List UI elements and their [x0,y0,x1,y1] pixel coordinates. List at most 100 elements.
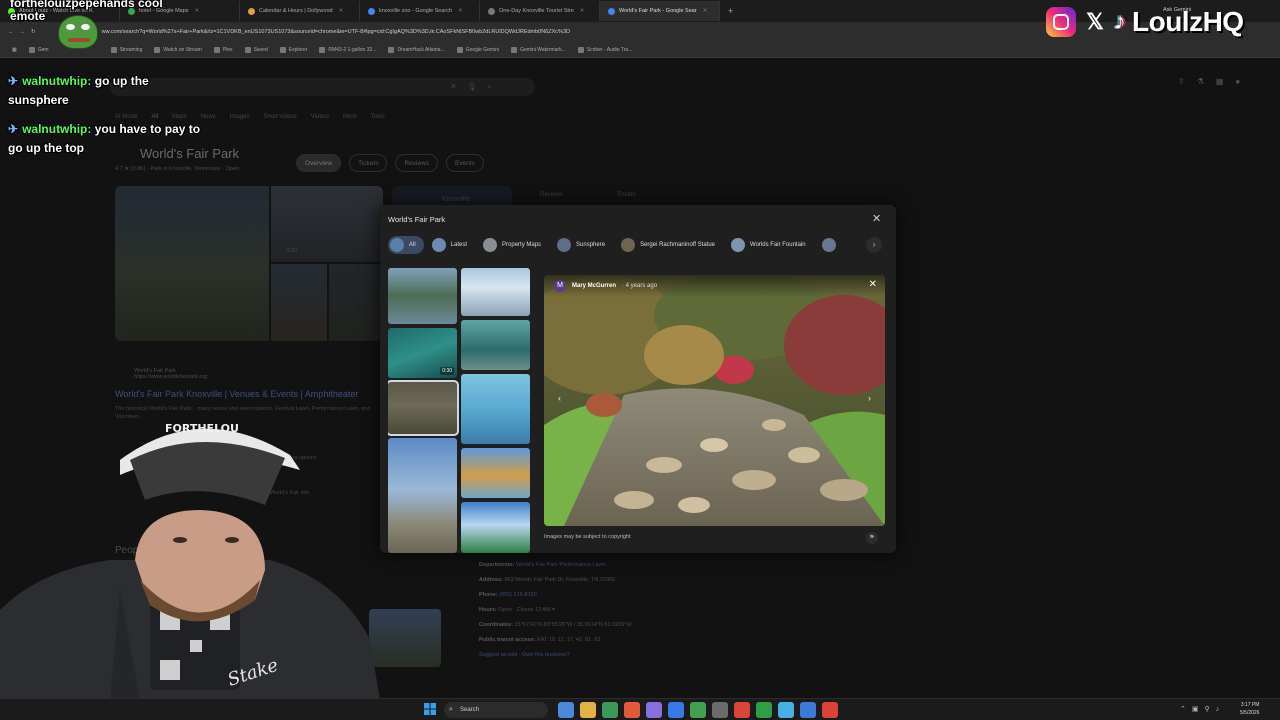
bookmark-item[interactable]: Gemini Watermark... [511,46,566,53]
gallery-photo[interactable] [329,264,383,341]
bookmark-item[interactable]: Streaming [110,46,142,53]
reload-icon[interactable]: ↻ [31,29,36,35]
tab-short-videos[interactable]: Short videos [263,114,296,120]
taskbar-app-icon[interactable] [712,702,728,718]
close-icon[interactable]: ✕ [703,8,708,14]
pill-tickets[interactable]: Tickets [349,154,388,172]
bookmark-item[interactable]: Gem [28,46,49,53]
taskbar-clock[interactable]: 3:17 PM 5/5/2026 [1240,701,1259,717]
browser-tab-active[interactable]: World's Fair Park - Google Sear ✕ [600,1,720,21]
chip-worlds-fair-fountain[interactable]: Worlds Fair Fountain [729,236,814,254]
instagram-icon [1046,7,1076,37]
taskbar-app-icon[interactable] [734,702,750,718]
chevron-left-icon[interactable]: ‹ [558,393,561,403]
taskbar-app-icon[interactable] [778,702,794,718]
gallery-photo[interactable] [271,264,327,341]
taskbar-app-icon[interactable] [558,702,574,718]
browser-tab[interactable]: Calendar & Hours | Dollywood ✕ [240,1,360,21]
photo-tile[interactable] [388,268,457,324]
bookmark-item[interactable]: Watch on Stream [154,46,202,53]
bookmark-item[interactable]: DreamHack Atlanta... [388,46,445,53]
video-duration: 0:30 [440,367,454,375]
place-pills: Overview Tickets Reviews Events [296,154,484,172]
taskbar-app-icon[interactable] [646,702,662,718]
url-input[interactable]: ww.com/search?q=World%27s+Fair+Park&rlz=… [102,29,570,35]
streamer-handle: LoulzHQ [1132,6,1244,37]
photo-tile[interactable] [388,438,457,553]
photo-tile[interactable] [461,374,530,444]
chip-latest[interactable]: Latest [430,236,475,254]
browser-tab[interactable]: One-Day Knoxville Tourist Stre ✕ [480,1,600,21]
close-icon[interactable]: ✕ [580,8,585,14]
chip-sunsphere[interactable]: Sunsphere [555,236,613,254]
google-favicon-icon [608,7,615,15]
apps-icon[interactable]: ▦ [12,47,17,53]
photo-tile[interactable] [461,268,530,316]
photo-tile-selected[interactable] [388,380,459,436]
search-icon: ⌕ [449,706,453,713]
suggest-edit-link[interactable]: Suggest an edit · Own this business? [479,648,639,663]
bookmark-item[interactable]: Saved [244,46,268,53]
windows-start-icon[interactable] [424,703,436,715]
bookmark-item[interactable]: Explorer [279,46,307,53]
flag-icon[interactable]: ⚑ [866,532,878,544]
info-address: Address: 963 Worlds Fair Park Dr, Knoxvi… [479,577,616,583]
tab-videos[interactable]: Videos [311,114,329,120]
taskbar-app-icon[interactable] [624,702,640,718]
hat-logo: FORTHELOU [165,422,239,435]
bookmark-item[interactable]: Scriber - Audio Tra... [577,46,632,53]
sword-badge-icon: ✈ [8,122,19,136]
taskbar-app-icon[interactable] [822,702,838,718]
browser-tab[interactable]: knoxville zoo - Google Search ✕ [360,1,480,21]
chip-property-maps[interactable]: Property Maps [481,236,549,254]
photo-tile[interactable] [461,502,530,553]
avatar[interactable]: M [554,280,566,292]
bookmark-item[interactable]: RM43-2 1-gallon 32... [319,46,376,53]
taskbar-app-icon[interactable] [690,702,706,718]
close-icon[interactable]: ✕ [339,8,344,14]
taskbar-app-icon[interactable] [580,702,596,718]
pill-reviews[interactable]: Reviews [395,154,439,172]
photo-tile[interactable] [461,448,530,498]
tab-tickets[interactable]: Tickets [617,192,636,198]
taskbar-app-icon[interactable] [668,702,684,718]
chevron-right-icon[interactable]: › [868,393,871,403]
pill-overview[interactable]: Overview [296,154,342,172]
back-icon[interactable]: ← [8,29,14,35]
photo-author[interactable]: Mary McGurren [572,283,616,289]
photo-tile[interactable] [461,320,530,370]
photo-tile[interactable]: 0:30 [388,328,457,378]
tab-more[interactable]: More [343,114,357,120]
tab-images[interactable]: Images [230,114,250,120]
result-title-link[interactable]: World's Fair Park Knoxville | Venues & E… [115,389,358,399]
tab-tools[interactable]: Tools [371,114,385,120]
bookmark-item[interactable]: Google Gemini [456,46,499,53]
chip-rachmaninoff-statue[interactable]: Sergei Rachmaninoff Statue [619,236,723,254]
taskbar-search[interactable]: ⌕ Search [444,702,548,718]
chip-more[interactable] [820,236,849,254]
gallery-photo[interactable] [115,186,269,341]
bookmark-item[interactable]: Plex [213,46,233,53]
chip-thumbnail [431,238,446,252]
new-tab-button[interactable]: + [720,1,741,21]
taskbar-app-icon[interactable] [800,702,816,718]
screen: About Loulz - Watch Live on K hotel - Go… [0,0,1280,720]
chat-message: ✈ walnutwhip: you have to pay to go up th… [8,122,201,155]
gallery-video[interactable]: 0:30 [271,186,383,262]
close-icon[interactable]: ✕ [458,8,463,14]
taskbar-app-icon[interactable] [602,702,618,718]
close-icon[interactable]: ✕ [195,8,200,14]
photo-viewer: M Mary McGurren · 4 years ago ✕ ‹ › [544,275,885,526]
photo-time: · 4 years ago [622,283,658,289]
tab-reviews[interactable]: Reviews [540,192,563,198]
pill-events[interactable]: Events [446,154,484,172]
info-hours: Hours: Open · Closes 12 AM ▾ [479,607,555,613]
info-phone: Phone: (865) 215-8160 [479,592,537,598]
forward-icon[interactable]: → [20,29,26,35]
close-icon[interactable]: ✕ [869,279,877,290]
taskbar-app-icon[interactable] [756,702,772,718]
close-icon[interactable]: ✕ [872,212,881,225]
chip-all[interactable]: All [388,236,424,254]
chevron-right-icon[interactable]: › [866,237,882,253]
system-tray[interactable]: ⌃▣⚲♪ [1180,705,1225,713]
